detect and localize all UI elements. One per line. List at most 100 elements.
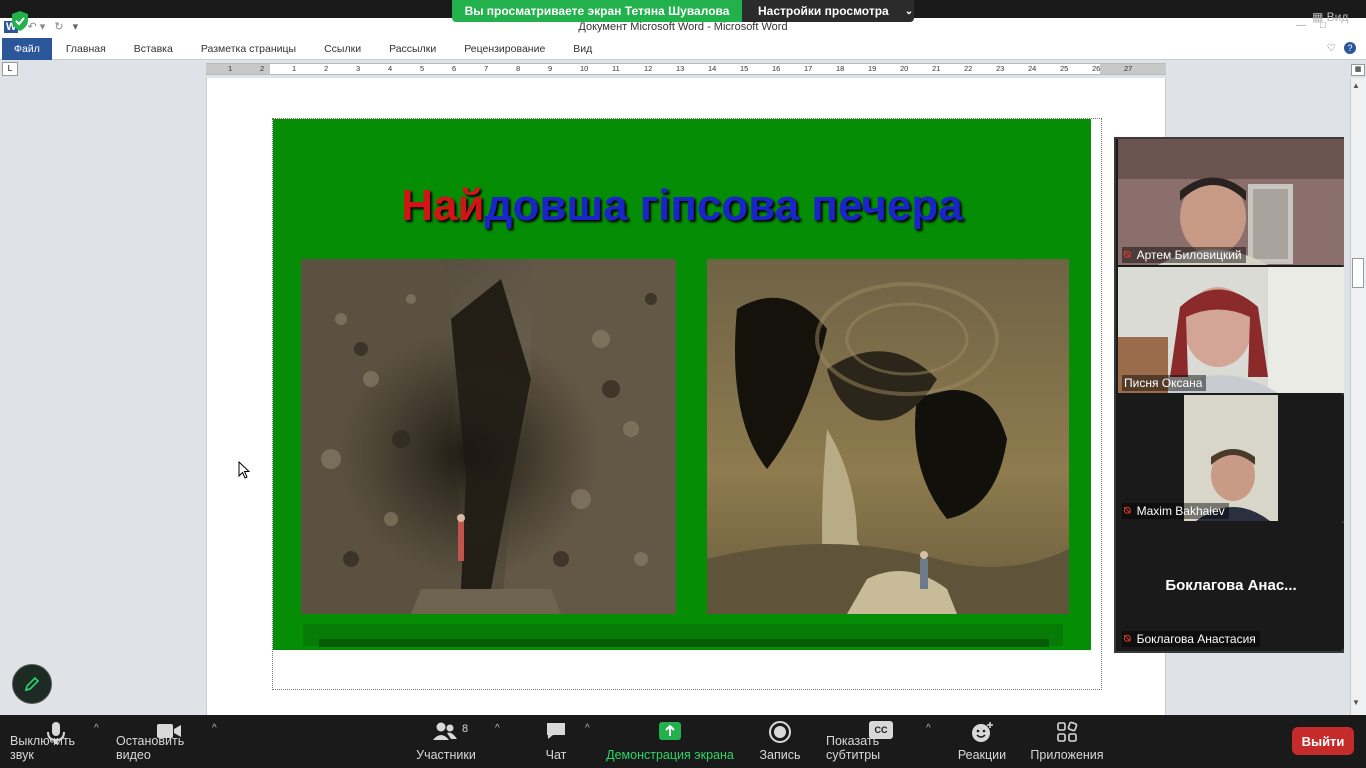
record-label: Запись bbox=[759, 748, 801, 762]
slide-title-red: Най bbox=[401, 181, 485, 230]
ruler-tick-label: 12 bbox=[644, 64, 653, 73]
scrollbar-thumb[interactable] bbox=[1352, 258, 1364, 288]
encryption-shield-icon[interactable] bbox=[10, 10, 30, 32]
ruler-tick-label: 10 bbox=[580, 64, 589, 73]
ruler-tick-label: 25 bbox=[1060, 64, 1069, 73]
microphone-icon bbox=[47, 722, 65, 744]
participants-count: 8 bbox=[462, 723, 469, 735]
tab-mailings[interactable]: Рассылки bbox=[375, 38, 450, 60]
ruler-tick-label: 20 bbox=[900, 64, 909, 73]
ruler-tick-label: 1 bbox=[228, 64, 233, 73]
participants-label: Участники bbox=[416, 748, 476, 762]
participants-button[interactable]: 8 Участники bbox=[412, 715, 480, 768]
participant-name-3: ⍉ Maxim Bakhaiev bbox=[1122, 503, 1229, 519]
scroll-up-arrow-icon[interactable]: ▲ bbox=[1352, 81, 1360, 90]
ruler-tick-label: 11 bbox=[612, 64, 620, 73]
participants-caret-icon[interactable]: ^ bbox=[495, 723, 500, 734]
tab-page-layout[interactable]: Разметка страницы bbox=[187, 38, 310, 60]
slide-image[interactable]: Найдовша гіпсова печера bbox=[273, 119, 1091, 650]
screen-share-banner: Вы просматриваете экран Тетяна Шувалова bbox=[452, 0, 742, 22]
leave-meeting-button[interactable]: Выйти bbox=[1292, 727, 1354, 755]
participant-name-4: ⍉ Боклагова Анастасия bbox=[1122, 631, 1260, 647]
mute-button[interactable]: Выключить звук bbox=[10, 715, 102, 768]
vertical-scrollbar[interactable] bbox=[1350, 78, 1366, 715]
show-captions-button[interactable]: CC Показать субтитры bbox=[826, 715, 936, 768]
participant-name-text-4: Боклагова Анастасия bbox=[1136, 632, 1256, 646]
apps-label: Приложения bbox=[1030, 748, 1104, 762]
ruler-tick-label: 13 bbox=[676, 64, 685, 73]
ruler-tick-label: 9 bbox=[548, 64, 553, 73]
help-icon[interactable]: ? bbox=[1344, 42, 1356, 54]
participant-tile-4[interactable]: Боклагова Анас... ⍉ Боклагова Анастасия bbox=[1118, 523, 1344, 649]
ruler-tick-label: 21 bbox=[932, 64, 941, 73]
stop-video-button[interactable]: Остановить видео bbox=[116, 715, 222, 768]
ruler-tick-label: 15 bbox=[740, 64, 749, 73]
ruler-tick-label: 23 bbox=[996, 64, 1005, 73]
tab-home[interactable]: Главная bbox=[52, 38, 120, 60]
tab-view[interactable]: Вид bbox=[559, 38, 606, 60]
tab-stop-selector[interactable]: L bbox=[2, 62, 18, 76]
participant-name-2: Писня Оксана bbox=[1122, 375, 1207, 391]
ruler-tick-label: 6 bbox=[452, 64, 457, 73]
scroll-down-arrow-icon[interactable]: ▼ bbox=[1352, 698, 1360, 707]
share-screen-button[interactable]: Демонстрация экрана bbox=[606, 715, 734, 768]
cave-photo-left bbox=[301, 259, 676, 614]
tab-insert[interactable]: Вставка bbox=[120, 38, 187, 60]
record-button[interactable]: Запись bbox=[756, 715, 804, 768]
view-ruler-toggle[interactable]: ▦ bbox=[1351, 64, 1365, 76]
ribbon-expand-icon[interactable]: ♡ bbox=[1327, 43, 1336, 54]
tab-references[interactable]: Ссылки bbox=[310, 38, 375, 60]
ruler-tick-label: 22 bbox=[964, 64, 973, 73]
ruler-tick-label: 5 bbox=[420, 64, 425, 73]
chat-icon bbox=[547, 723, 565, 739]
ruler-tick-label: 19 bbox=[868, 64, 877, 73]
closed-captions-icon: CC bbox=[869, 721, 893, 739]
apps-button[interactable]: Приложения bbox=[1028, 715, 1106, 768]
tab-file[interactable]: Файл bbox=[2, 37, 52, 60]
ruler-tick-label: 7 bbox=[484, 64, 489, 73]
ruler-tick-label: 2 bbox=[324, 64, 329, 73]
ruler-tick-label: 27 bbox=[1124, 64, 1133, 73]
ruler-tick-label: 1 bbox=[292, 64, 297, 73]
chevron-down-icon: ⌄ bbox=[904, 5, 914, 17]
video-options-caret-icon[interactable]: ^ bbox=[212, 723, 217, 734]
muted-mic-icon: ⍉ bbox=[1124, 632, 1131, 645]
mouse-cursor-icon bbox=[238, 460, 251, 479]
captions-caret-icon[interactable]: ^ bbox=[926, 723, 931, 734]
record-icon bbox=[769, 721, 791, 743]
document-page[interactable]: Найдовша гіпсова печера bbox=[206, 78, 1166, 715]
participant-name-text-2: Писня Оксана bbox=[1124, 376, 1203, 390]
ruler-numbers: 1 2 1 2 3 4 5 6 7 8 9 10 11 12 13 14 15 16 17 18 19 20 21 22 23 2… bbox=[228, 64, 1168, 73]
view-options-dropdown[interactable]: Настройки просмотра ⌄ bbox=[742, 0, 914, 22]
muted-mic-icon: ⍉ bbox=[1124, 504, 1131, 517]
ruler-tick-label: 24 bbox=[1028, 64, 1037, 73]
audio-options-caret-icon[interactable]: ^ bbox=[94, 723, 99, 734]
participant-tile-3[interactable]: ⍉ Maxim Bakhaiev bbox=[1118, 395, 1344, 521]
tab-review[interactable]: Рецензирование bbox=[450, 38, 559, 60]
annotate-pencil-button[interactable] bbox=[12, 664, 52, 704]
participant-display-name-4: Боклагова Анас... bbox=[1165, 577, 1297, 594]
chat-label: Чат bbox=[545, 748, 567, 762]
slide-bottom-stripe-dark bbox=[319, 639, 1049, 647]
ruler-tick-label: 2 bbox=[260, 64, 265, 73]
apps-icon bbox=[1057, 721, 1078, 742]
cave-photo-right bbox=[707, 259, 1069, 614]
ribbon-minimize-help[interactable]: ♡ ? bbox=[1327, 42, 1356, 54]
share-screen-icon bbox=[659, 722, 681, 740]
participant-tile-1[interactable]: ⍉ Артем Биловицкий bbox=[1118, 139, 1344, 265]
slide-title: Найдовша гіпсова печера bbox=[273, 181, 1091, 231]
chat-button[interactable]: Чат bbox=[536, 715, 576, 768]
participant-name-1: ⍉ Артем Биловицкий bbox=[1122, 247, 1246, 263]
ruler-tick-label: 3 bbox=[356, 64, 361, 73]
view-layout-button[interactable]: ▦ Вид bbox=[1312, 10, 1348, 24]
ribbon-tabs: Файл Главная Вставка Разметка страницы С… bbox=[0, 37, 1366, 60]
ruler-tick-label: 26 bbox=[1092, 64, 1101, 73]
participant-name-text-3: Maxim Bakhaiev bbox=[1136, 504, 1225, 518]
ruler-tick-label: 14 bbox=[708, 64, 717, 73]
participant-tile-2[interactable]: Писня Оксана bbox=[1118, 267, 1344, 393]
participant-name-text-1: Артем Биловицкий bbox=[1136, 248, 1242, 262]
chat-caret-icon[interactable]: ^ bbox=[585, 723, 590, 734]
ruler-tick-label: 8 bbox=[516, 64, 521, 73]
reactions-button[interactable]: Реакции bbox=[956, 715, 1008, 768]
pencil-icon bbox=[24, 676, 40, 692]
